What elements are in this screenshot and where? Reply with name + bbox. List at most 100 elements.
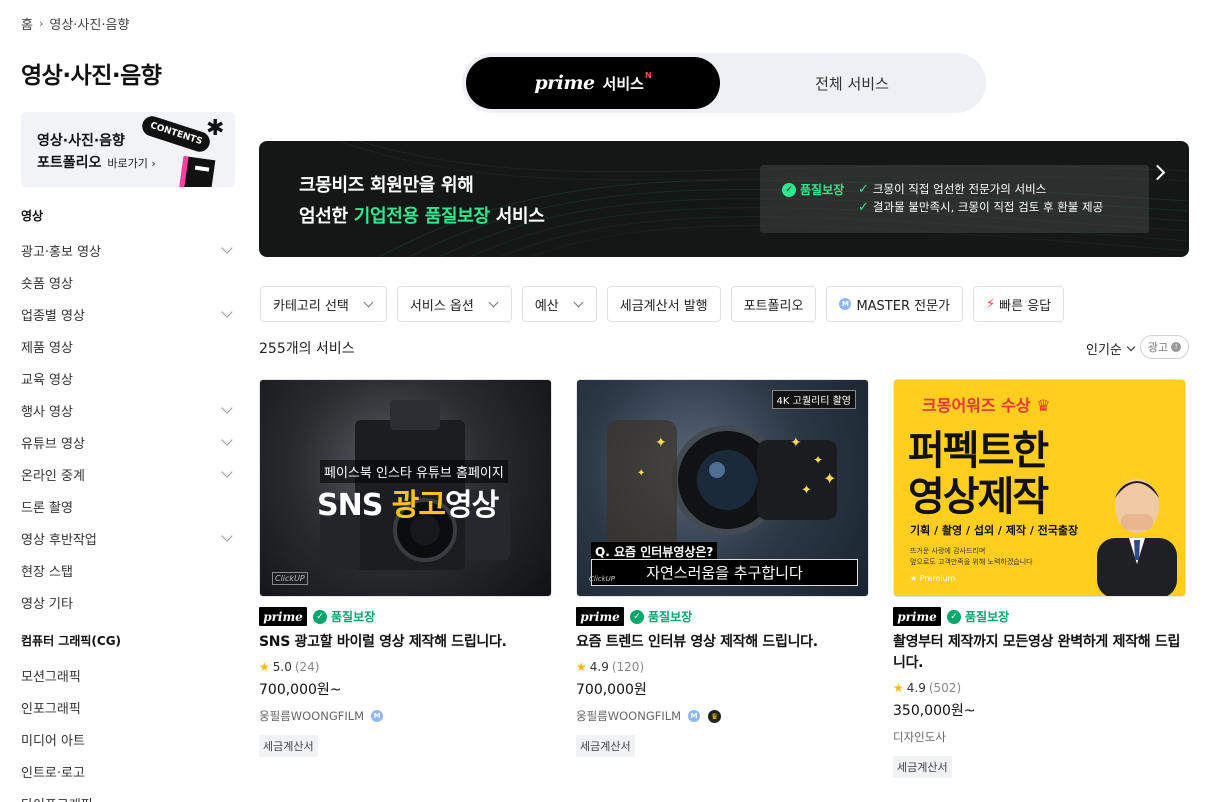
hero-banner[interactable]: 크몽비즈 회원만을 위해 엄선한 기업전용 품질보장 서비스 ✓ 품질보장 ✓ 크…: [259, 141, 1189, 257]
prime-service-label: 서비스: [602, 74, 644, 93]
sidebar-item-shortform[interactable]: 숏폼 영상: [21, 266, 235, 298]
service-thumbnail[interactable]: 페이스북 인스타 유튜브 홈페이지 SNS 광고영상 ClickUP: [259, 379, 552, 597]
sidebar-item-motion[interactable]: 모션그래픽: [21, 659, 235, 691]
card-badges: prime ✓ 품질보장: [576, 607, 869, 626]
contents-tag-graphic: CONTENTS: [139, 113, 213, 155]
sidebar-item-video-etc[interactable]: 영상 기타: [21, 586, 235, 618]
portfolio-filter[interactable]: 포트폴리오: [730, 286, 817, 322]
star-icon: ★: [576, 660, 587, 674]
sidebar-item-media-art[interactable]: 미디어 아트: [21, 723, 235, 755]
chevron-down-icon[interactable]: [221, 306, 233, 318]
chevron-down-icon[interactable]: [221, 434, 233, 446]
service-thumbnail[interactable]: 크몽어워즈 수상 ♛ 퍼펙트한 영상제작 기획 / 촬영 / 섭외 / 제작 /…: [893, 379, 1186, 597]
prime-service-tab[interactable]: prime 서비스 N: [466, 57, 720, 109]
tax-invoice-tag: 세금계산서: [576, 735, 635, 757]
sidebar-item-industry[interactable]: 업종별 영상: [21, 298, 235, 330]
banner-line2-text: 포트폴리오: [37, 155, 102, 171]
chevron-down-icon[interactable]: [221, 242, 233, 254]
person-photo-graphic: [1097, 479, 1177, 596]
breadcrumb-home[interactable]: 홈: [21, 14, 33, 33]
thumb-main-text: SNS 광고영상: [317, 488, 499, 523]
prime-badge: prime: [576, 607, 624, 626]
sort-dropdown[interactable]: 인기순: [1086, 339, 1136, 358]
sidebar-item-infographic[interactable]: 인포그래픽: [21, 691, 235, 723]
service-card[interactable]: 페이스북 인스타 유튜브 홈페이지 SNS 광고영상 ClickUP prime…: [259, 379, 552, 757]
category-select-filter[interactable]: 카테고리 선택: [260, 286, 387, 322]
service-title[interactable]: SNS 광고할 바이럴 영상 제작해 드립니다.: [259, 632, 552, 653]
result-count: 255개의 서비스: [259, 341, 355, 357]
chevron-down-icon[interactable]: [221, 466, 233, 478]
service-card[interactable]: 크몽어워즈 수상 ♛ 퍼펙트한 영상제작 기획 / 촬영 / 섭외 / 제작 /…: [893, 379, 1186, 778]
service-type-toggle: prime 서비스 N 전체 서비스: [462, 53, 986, 113]
quality-guarantee-badge: ✓ 품질보장: [630, 608, 692, 625]
svg-text:✦: ✦: [655, 435, 667, 451]
hero-guarantee-box: ✓ 품질보장 ✓ 크몽이 직접 엄선한 전문가의 서비스 ✓ 결과물 불만족시, 크…: [760, 165, 1149, 233]
chevron-down-icon: [488, 297, 499, 307]
quality-guarantee-badge: ✓ 품질보장: [313, 608, 375, 625]
svg-text:✦: ✦: [801, 483, 812, 498]
service-title[interactable]: 요즘 트렌드 인터뷰 영상 제작해 드립니다.: [576, 632, 869, 653]
service-thumbnail[interactable]: ✦ ✦ ✦ ✦ ✦ ✦ 4K 고퀄리티 촬영 Q. 요즘 인터뷰영상은? 자연스…: [576, 379, 869, 597]
budget-filter[interactable]: 예산: [521, 286, 597, 322]
master-badge-icon: M: [371, 710, 384, 722]
seller-name[interactable]: 웅필름WOONGFILM M ♛: [576, 708, 869, 724]
service-title[interactable]: 촬영부터 제작까지 모든영상 완벽하게 제작해 드립니다.: [893, 632, 1186, 674]
quality-guarantee-badge: ✓ 품질보장: [947, 608, 1009, 625]
sidebar-item-education[interactable]: 교육 영상: [21, 362, 235, 394]
svg-text:✦: ✦: [790, 435, 802, 451]
seller-name[interactable]: 웅필름WOONGFILM M: [259, 708, 552, 724]
star-icon: ★: [259, 660, 270, 674]
thumb-note-2: 앞으로도 고객만족을 위해 노력하겠습니다: [910, 558, 1033, 566]
sidebar-item-online-stream[interactable]: 온라인 중계: [21, 458, 235, 490]
sidebar-item-product[interactable]: 제품 영상: [21, 330, 235, 362]
seller-name[interactable]: 디자인도사: [893, 729, 1186, 745]
hero-headline-1: 크몽비즈 회원만을 위해: [299, 175, 474, 196]
crown-icon: ♛: [1036, 396, 1051, 415]
sidebar-item-typography[interactable]: 타이포그래피: [21, 787, 235, 802]
master-badge-icon: M: [839, 298, 852, 310]
premium-tag: ★ Premium: [910, 574, 956, 583]
check-seal-icon: ✓: [313, 609, 327, 624]
svg-text:✦: ✦: [637, 468, 645, 479]
sidebar-item-youtube[interactable]: 유튜브 영상: [21, 426, 235, 458]
card-badges: prime ✓ 품질보장: [259, 607, 552, 626]
category-sidebar: 영상 광고·홍보 영상 숏폼 영상 업종별 영상 제품 영상 교육 영상 행사 …: [21, 207, 235, 802]
breadcrumb-current[interactable]: 영상·사진·음향: [49, 14, 129, 33]
chevron-down-icon[interactable]: [221, 402, 233, 414]
service-card[interactable]: ✦ ✦ ✦ ✦ ✦ ✦ 4K 고퀄리티 촬영 Q. 요즘 인터뷰영상은? 자연스…: [576, 379, 869, 757]
all-service-tab[interactable]: 전체 서비스: [722, 57, 982, 109]
svg-text:✦: ✦: [823, 469, 836, 488]
banner-more-link[interactable]: 바로가기 ›: [107, 155, 155, 171]
sidebar-item-post-production[interactable]: 영상 후반작업: [21, 522, 235, 554]
fast-response-filter[interactable]: ⚡ 빠른 응답: [973, 286, 1065, 322]
svg-text:✦: ✦: [813, 453, 823, 467]
sidebar-item-event[interactable]: 행사 영상: [21, 394, 235, 426]
service-price: 350,000원~: [893, 703, 976, 719]
sidebar-item-staff[interactable]: 현장 스탭: [21, 554, 235, 586]
lightning-icon: ⚡: [986, 296, 996, 312]
card-badges: prime ✓ 품질보장: [893, 607, 1186, 626]
master-expert-filter[interactable]: M MASTER 전문가: [826, 286, 963, 322]
portfolio-banner[interactable]: 영상·사진·음향 포트폴리오 바로가기 › CONTENTS ✱: [21, 112, 235, 187]
hero-highlight: 기업전용 품질보장: [353, 206, 490, 227]
thumb-note-1: 뜨거운 사랑에 감사드리며: [910, 547, 986, 555]
chevron-down-icon: [573, 297, 584, 307]
check-seal-icon: ✓: [947, 609, 961, 624]
check-seal-icon: ✓: [782, 182, 796, 197]
chevron-down-icon[interactable]: [221, 530, 233, 542]
sidebar-item-ad-promo[interactable]: 광고·홍보 영상: [21, 234, 235, 266]
hero-point-2: ✓ 결과물 불만족시, 크몽이 직접 검토 후 환불 제공: [858, 199, 1104, 215]
tax-invoice-filter[interactable]: 세금계산서 발행: [606, 286, 721, 322]
tax-invoice-tag: 세금계산서: [259, 735, 318, 757]
trophy-icon: ♛: [708, 709, 722, 723]
master-badge-icon: M: [688, 710, 701, 722]
service-rating: ★ 4.9 (120): [576, 660, 645, 674]
service-price: 700,000원~: [259, 682, 342, 698]
watermark: ClickUP: [589, 575, 616, 583]
sidebar-item-intro-logo[interactable]: 인트로·로고: [21, 755, 235, 787]
service-option-filter[interactable]: 서비스 옵션: [396, 286, 512, 322]
service-rating: ★ 5.0 (24): [259, 660, 320, 674]
sidebar-item-drone[interactable]: 드론 촬영: [21, 490, 235, 522]
ad-info-button[interactable]: 광고!: [1140, 335, 1189, 359]
prime-badge: prime: [259, 607, 307, 626]
